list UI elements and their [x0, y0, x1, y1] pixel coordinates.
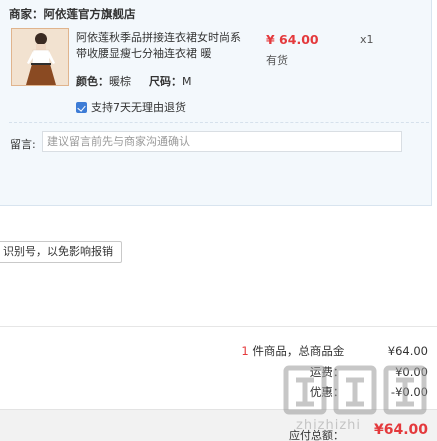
- stock-status: 有货: [266, 54, 288, 67]
- shipping-amount: ¥0.00: [395, 365, 428, 379]
- quantity: x1: [360, 33, 374, 46]
- store-label: 商家：: [9, 7, 44, 21]
- summary-goods-row: 1 件商品，总商品金 ¥64.00: [241, 343, 428, 359]
- item-count-label: 件商品，总商品金: [252, 344, 345, 358]
- color-label: 颜色：: [76, 75, 109, 88]
- message-label: 留言:: [10, 138, 36, 151]
- summary-shipping-row: 运费： ¥0.00: [310, 364, 428, 380]
- store-line: 商家：阿依莲官方旗舰店: [9, 6, 136, 22]
- checkout-page: 商家：阿依莲官方旗舰店 阿依莲秋季品拼接连衣裙女时尚系带收腰显瘦七分袖连衣裙 暖…: [0, 0, 437, 441]
- summary-discount-row: 优惠： -¥0.00: [310, 384, 428, 400]
- total-amount: ¥64.00: [373, 422, 428, 438]
- discount-amount: -¥0.00: [390, 385, 428, 399]
- goods-amount: ¥64.00: [387, 344, 428, 358]
- unit-price: ¥ 64.00: [266, 32, 319, 47]
- spec-line: 颜色：暖棕 尺码：M: [76, 73, 192, 89]
- product-title-link[interactable]: 阿依莲秋季品拼接连衣裙女时尚系带收腰显瘦七分袖连衣裙 暖: [76, 30, 244, 62]
- dress-model-icon: [12, 29, 68, 85]
- size-label: 尺码：: [149, 75, 182, 88]
- store-name-link[interactable]: 阿依莲官方旗舰店: [44, 7, 136, 21]
- item-count: 1: [241, 344, 249, 358]
- section-divider: [0, 326, 437, 327]
- panel-divider: [9, 122, 429, 123]
- discount-label: 优惠：: [309, 385, 345, 399]
- message-input[interactable]: [42, 131, 402, 152]
- check-badge-icon: [76, 101, 87, 113]
- invoice-tip: 识别号，以免影响报销: [0, 241, 122, 263]
- watermark-text: zhizhizhi: [296, 418, 362, 433]
- order-panel: 商家：阿依莲官方旗舰店 阿依莲秋季品拼接连衣裙女时尚系带收腰显瘦七分袖连衣裙 暖…: [0, 0, 432, 206]
- product-thumbnail[interactable]: [11, 28, 69, 86]
- size-value: M: [182, 75, 192, 88]
- total-bar: 应付总额： ¥64.00: [0, 409, 437, 441]
- return-policy[interactable]: 支持7天无理由退货: [76, 99, 186, 115]
- shipping-label: 运费：: [309, 365, 345, 379]
- color-value: 暖棕: [109, 75, 131, 88]
- return-policy-text: 支持7天无理由退货: [91, 101, 186, 114]
